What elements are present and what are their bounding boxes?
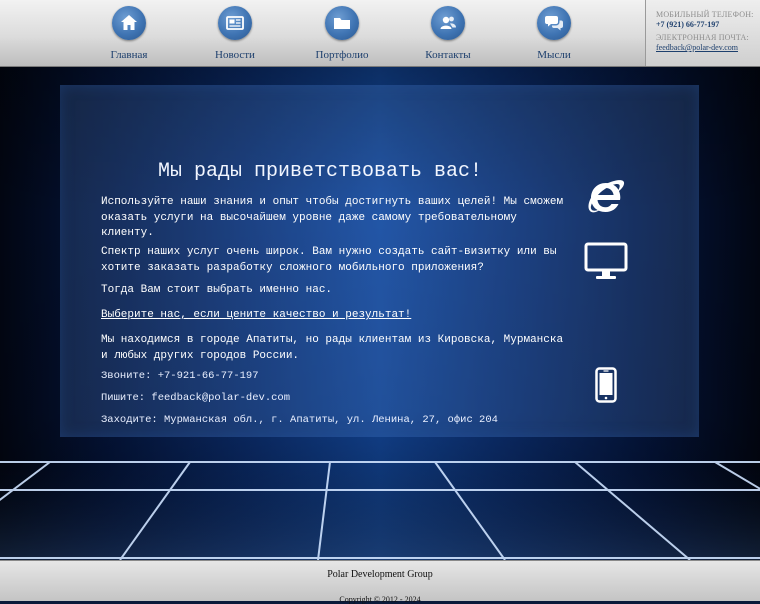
internet-explorer-icon xyxy=(588,180,625,213)
intro-paragraph: Используйте наши знания и опыт чтобы дос… xyxy=(101,196,564,239)
footer: Polar Development Group Copyright © 2012… xyxy=(0,560,760,604)
nav-item-portfolio[interactable]: Портфолио xyxy=(297,6,387,61)
nav-label-news[interactable]: Новости xyxy=(190,49,280,61)
phone-label: МОБИЛЬНЫЙ ТЕЛЕФОН: xyxy=(656,10,754,19)
nav-label-thoughts[interactable]: Мысли xyxy=(509,49,599,61)
visit-line: Заходите: Мурманская обл., г. Апатиты, у… xyxy=(101,414,498,426)
welcome-panel: Мы рады приветствовать вас! Используйте … xyxy=(60,85,699,437)
home-icon[interactable] xyxy=(112,6,146,40)
call-line: Звоните: +7-921-66-77-197 xyxy=(101,370,259,382)
footer-company-name: Polar Development Group xyxy=(327,569,433,580)
email-link[interactable]: feedback@polar-dev.com xyxy=(656,43,760,53)
nav-item-news[interactable]: Новости xyxy=(190,6,280,61)
nav-item-thoughts[interactable]: Мысли xyxy=(509,6,599,61)
nav-label-contacts[interactable]: Контакты xyxy=(403,49,493,61)
chat-bubbles-icon[interactable] xyxy=(537,6,571,40)
newspaper-icon[interactable] xyxy=(218,6,252,40)
nav-label-portfolio[interactable]: Портфолио xyxy=(297,49,387,61)
email-label: ЭЛЕКТРОННАЯ ПОЧТА: xyxy=(656,33,749,42)
smartphone-icon xyxy=(595,367,617,403)
choose-us-paragraph: Тогда Вам стоит выбрать именно нас. xyxy=(101,284,333,296)
contacts-icon[interactable] xyxy=(431,6,465,40)
nav-item-contacts[interactable]: Контакты xyxy=(403,6,493,61)
welcome-title: Мы рады приветствовать вас! xyxy=(157,160,483,183)
grid-floor-decoration xyxy=(0,460,760,560)
top-navigation-bar: Главная Новости Портфолио Контакты Мысли… xyxy=(0,0,760,67)
folder-icon[interactable] xyxy=(325,6,359,40)
desktop-monitor-icon xyxy=(584,242,628,279)
location-paragraph: Мы находимся в городе Апатиты, но рады к… xyxy=(101,334,564,362)
nav-item-home[interactable]: Главная xyxy=(84,6,174,61)
write-line: Пишите: feedback@polar-dev.com xyxy=(101,392,291,404)
phone-number: +7 (921) 66-77-197 xyxy=(656,20,720,29)
services-paragraph: Спектр наших услуг очень широк. Вам нужн… xyxy=(101,246,557,274)
header-contact-box: МОБИЛЬНЫЙ ТЕЛЕФОН: +7 (921) 66-77-197 ЭЛ… xyxy=(645,0,760,66)
nav-label-home[interactable]: Главная xyxy=(84,49,174,61)
main-stage: Мы рады приветствовать вас! Используйте … xyxy=(0,67,760,560)
quality-link[interactable]: Выберите нас, если цените качество и рез… xyxy=(101,308,571,324)
